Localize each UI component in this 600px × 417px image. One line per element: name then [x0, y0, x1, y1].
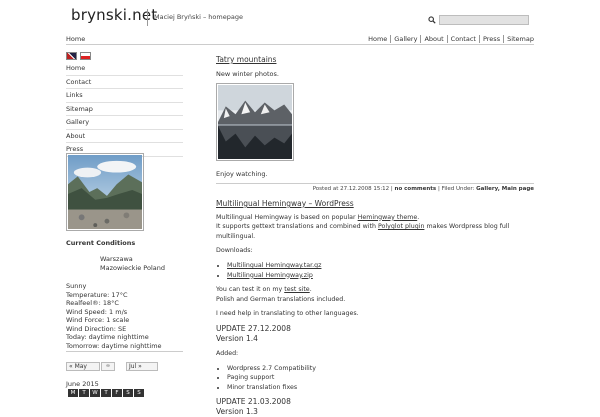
post-footer-text: Enjoy watching. — [216, 170, 268, 178]
weather-sky: Sunny — [66, 282, 87, 290]
sidebar-item-about[interactable]: About — [66, 130, 183, 143]
sidebar-item-contact[interactable]: Contact — [66, 76, 183, 89]
added-item: Paging support — [227, 373, 534, 383]
site-title[interactable]: brynski.net — [71, 6, 157, 24]
weather-location: Warszawa Mazowieckie Poland — [100, 255, 165, 273]
weather-wind-speed: Wind Speed: 1 m/s — [66, 307, 128, 316]
post-meta: Posted at 27.12.2008 15:12 | no comments… — [313, 186, 534, 192]
added-item: Wordpress 2.7 Compatibility — [227, 364, 534, 374]
sidebar-item-links[interactable]: Links — [66, 89, 183, 103]
paragraph-text: It supports gettext translations and com… — [216, 223, 376, 231]
top-nav-sitemap[interactable]: Sitemap — [503, 35, 534, 43]
weather-temperature: Temperature: 17°C — [66, 290, 128, 299]
sidebar-item-home[interactable]: Home — [66, 62, 183, 76]
sidebar-divider — [66, 351, 183, 352]
update-title: UPDATE 21.03.2008 — [216, 397, 291, 407]
weather-wind-force: Wind Force: 1 scale — [66, 316, 130, 324]
sidebar-mountain-photo[interactable] — [66, 153, 144, 231]
post-paragraph: Multilingual Hemingway is based on popul… — [216, 213, 534, 223]
post-paragraph: You can test it on my test site. — [216, 285, 534, 295]
top-nav-gallery[interactable]: Gallery — [390, 35, 420, 43]
paragraph-text: You can test it on my — [216, 286, 283, 294]
update-version: Version 1.4 — [216, 333, 258, 343]
paragraph-text: . — [309, 286, 312, 294]
title-divider — [147, 9, 148, 26]
weather-city: Warszawa — [100, 255, 133, 263]
calendar-day-header: F — [112, 389, 122, 397]
post-hemingway: Multilingual Hemingway – WordPress Multi… — [216, 199, 534, 417]
post-date: Posted at 27.12.2008 15:12 | — [312, 186, 393, 192]
calendar-weekdays: M T W T F S S — [68, 389, 144, 397]
sidebar-menu: Home Contact Links Sitemap Gallery About… — [66, 62, 183, 157]
hemingway-theme-link[interactable]: Hemingway theme — [358, 214, 418, 221]
sidebar-item-gallery[interactable]: Gallery — [66, 116, 183, 130]
site-tagline: Maciej Bryński – homepage — [154, 13, 243, 21]
post-title[interactable]: Tatry mountains — [216, 55, 276, 64]
update-title: UPDATE 27.12.2008 — [216, 323, 291, 333]
polyglot-plugin-link[interactable]: Polyglot plugin — [378, 223, 424, 230]
category-links[interactable]: Gallery, Main page — [476, 186, 534, 192]
language-flags — [66, 52, 91, 60]
added-label: Added: — [216, 349, 239, 357]
calendar-day-header: S — [134, 389, 144, 397]
calendar-mid-icon: ∞ — [105, 363, 111, 369]
update-version: Version 1.3 — [216, 407, 258, 417]
calendar-day-header: W — [90, 389, 100, 397]
calendar-day-header: S — [123, 389, 133, 397]
top-nav: Home Gallery About Contact Press Sitemap — [368, 35, 534, 43]
top-nav-home[interactable]: Home — [368, 35, 390, 43]
breadcrumb-home[interactable]: Home — [66, 35, 85, 43]
calendar-month: June 2015 — [66, 380, 99, 388]
downloads-list: Multilingual Hemingway.tar.gz Multilingu… — [216, 261, 534, 280]
download-zip-link[interactable]: Multilingual Hemingway.zip — [227, 271, 534, 281]
calendar-prev-button[interactable]: « May — [66, 362, 100, 371]
calendar-next-button[interactable]: Jul » — [126, 362, 158, 371]
weather-today: Today: daytime nighttime — [66, 333, 149, 341]
weather-region: Mazowieckie Poland — [100, 264, 166, 272]
calendar-day-header: T — [101, 389, 111, 397]
top-nav-contact[interactable]: Contact — [446, 35, 479, 43]
download-tar-link[interactable]: Multilingual Hemingway.tar.gz — [227, 261, 534, 271]
search-icon[interactable] — [428, 16, 436, 24]
calendar-day-header: M — [68, 389, 78, 397]
downloads-label: Downloads: — [216, 247, 253, 255]
filed-under-label: | Filed Under: — [437, 186, 475, 192]
comments-link[interactable]: no comments — [395, 186, 437, 192]
added-item: Minor translation fixes — [227, 383, 534, 393]
calendar-day-header: T — [79, 389, 89, 397]
top-nav-press[interactable]: Press — [478, 35, 503, 43]
paragraph-text: . — [417, 213, 420, 221]
post-meta-divider — [216, 183, 534, 184]
post-subtitle: New winter photos. — [216, 70, 279, 78]
conditions-title: Current Conditions — [66, 239, 136, 247]
calendar-mid-button[interactable]: ∞ — [101, 362, 115, 371]
added-list: Wordpress 2.7 Compatibility Paging suppo… — [216, 364, 534, 393]
top-nav-about[interactable]: About — [420, 35, 446, 43]
uk-flag-icon[interactable] — [66, 52, 77, 60]
translations-text: Polish and German translations included. — [216, 295, 346, 303]
post-lake-photo[interactable] — [216, 83, 294, 161]
weather-wind-direction: Wind Direction: SE — [66, 324, 127, 333]
help-text: I need help in translating to other lang… — [216, 310, 359, 318]
sidebar-item-sitemap[interactable]: Sitemap — [66, 103, 183, 116]
test-site-link[interactable]: test site — [284, 286, 309, 293]
weather-realfeel: Realfeel®: 18°C — [66, 299, 119, 307]
header-divider — [66, 44, 534, 45]
search-input[interactable] — [439, 15, 529, 25]
weather-tomorrow: Tomorrow: daytime nighttime — [66, 341, 162, 350]
weather-details: Sunny Temperature: 17°C Realfeel®: 18°C … — [66, 282, 162, 350]
post-paragraph: It supports gettext translations and com… — [216, 222, 534, 241]
pl-flag-icon[interactable] — [80, 52, 91, 60]
paragraph-text: Multilingual Hemingway is based on popul… — [216, 213, 356, 221]
post-title[interactable]: Multilingual Hemingway – WordPress — [216, 199, 534, 209]
